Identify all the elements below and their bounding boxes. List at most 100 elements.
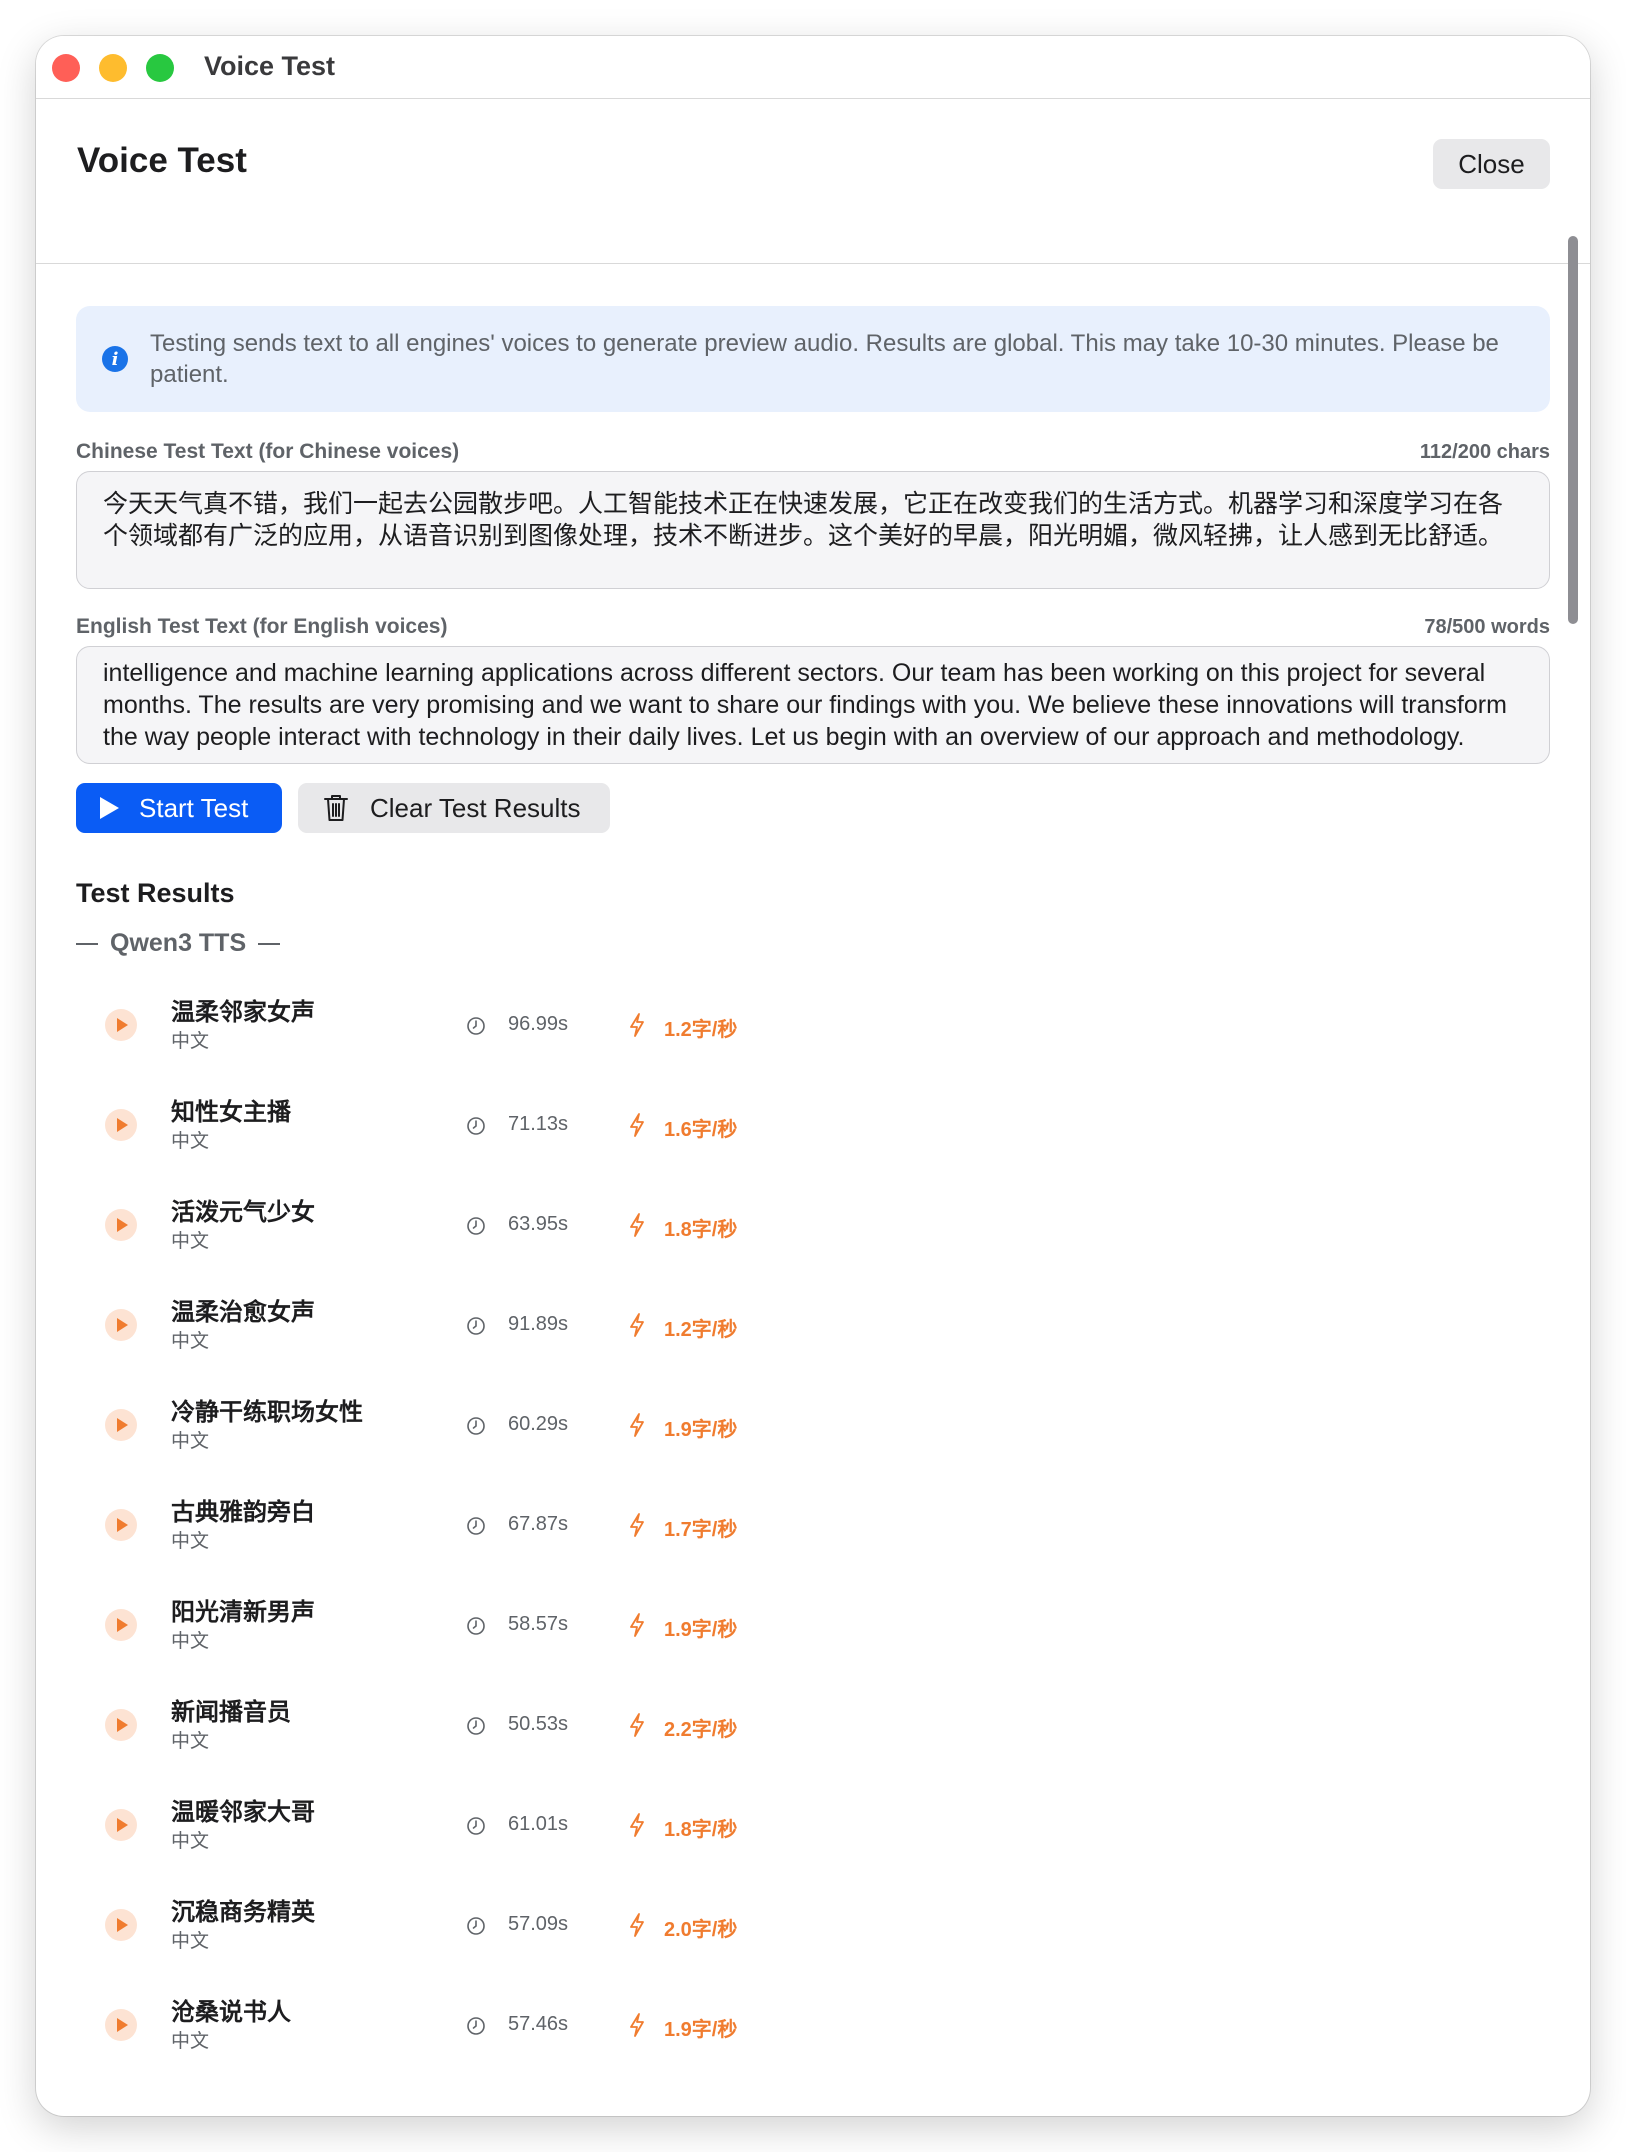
voice-name: 新闻播音员 xyxy=(171,1699,291,1726)
voice-name: 温柔邻家女声 xyxy=(171,999,315,1026)
voice-name: 沧桑说书人 xyxy=(171,1999,291,2026)
play-preview-button[interactable] xyxy=(105,1009,137,1041)
start-test-label: Start Test xyxy=(139,792,249,823)
duration-value: 91.89s xyxy=(508,1313,569,1335)
speed-value: 1.9字/秒 xyxy=(664,1619,738,1641)
chinese-text-field[interactable]: 今天天气真不错，我们一起去公园散步吧。人工智能技术正在快速发展，它正在改变我们的… xyxy=(76,471,1550,589)
clear-results-button[interactable]: Clear Test Results xyxy=(298,783,610,833)
play-preview-button[interactable] xyxy=(105,1509,137,1541)
clock-icon xyxy=(467,1417,485,1435)
speed-value: 1.9字/秒 xyxy=(664,2019,738,2041)
result-row: 活泼元气少女 中文 63.95s 1.8字/秒 xyxy=(76,1180,1550,1280)
duration-value: 58.57s xyxy=(508,1613,569,1635)
lightning-icon xyxy=(630,1413,644,1437)
title-bar: Voice Test xyxy=(36,36,1590,99)
clock-icon xyxy=(467,1317,485,1335)
window-title: Voice Test xyxy=(204,51,336,81)
clock-icon xyxy=(467,1117,485,1135)
result-row: 沉稳商务精英 中文 57.09s 2.0字/秒 xyxy=(76,1880,1550,1980)
group-name: Qwen3 TTS xyxy=(110,929,247,957)
play-preview-button[interactable] xyxy=(105,1109,137,1141)
lightning-icon xyxy=(630,1113,644,1137)
lightning-icon xyxy=(630,1713,644,1737)
results-list: 温柔邻家女声 中文 96.99s 1.2字/秒 知性女主播 中文 71.13s … xyxy=(76,980,1550,2080)
play-preview-button[interactable] xyxy=(105,1809,137,1841)
result-row: 古典雅韵旁白 中文 67.87s 1.7字/秒 xyxy=(76,1480,1550,1580)
english-word-count: 78/500 words xyxy=(1424,616,1550,638)
lightning-icon xyxy=(630,1513,644,1537)
voice-name: 活泼元气少女 xyxy=(171,1199,315,1226)
lightning-icon xyxy=(630,1213,644,1237)
voice-name: 知性女主播 xyxy=(171,1099,291,1126)
clock-icon xyxy=(467,1517,485,1535)
speed-value: 1.7字/秒 xyxy=(664,1519,738,1541)
group-header: Qwen3 TTS xyxy=(76,929,292,958)
result-row: 新闻播音员 中文 50.53s 2.2字/秒 xyxy=(76,1680,1550,1780)
result-row: 冷静干练职场女性 中文 60.29s 1.9字/秒 xyxy=(76,1380,1550,1480)
speed-value: 1.6字/秒 xyxy=(664,1119,738,1141)
duration-value: 61.01s xyxy=(508,1813,569,1835)
lightning-icon xyxy=(630,1013,644,1037)
close-button[interactable]: Close xyxy=(1433,139,1550,189)
voice-language: 中文 xyxy=(171,1431,210,1452)
result-row: 知性女主播 中文 71.13s 1.6字/秒 xyxy=(76,1080,1550,1180)
play-preview-button[interactable] xyxy=(105,1209,137,1241)
speed-value: 2.0字/秒 xyxy=(664,1919,738,1941)
play-preview-button[interactable] xyxy=(105,2009,137,2041)
play-preview-button[interactable] xyxy=(105,1609,137,1641)
voice-language: 中文 xyxy=(171,1631,210,1652)
duration-value: 57.46s xyxy=(508,2013,569,2035)
clock-icon xyxy=(467,1717,485,1735)
clock-icon xyxy=(467,2017,485,2035)
speed-value: 1.8字/秒 xyxy=(664,1219,738,1241)
english-text-field[interactable]: intelligence and machine learning applic… xyxy=(76,646,1550,764)
voice-language: 中文 xyxy=(171,1531,210,1552)
start-test-button[interactable]: Start Test xyxy=(76,783,282,833)
duration-value: 60.29s xyxy=(508,1413,569,1435)
scrollbar[interactable] xyxy=(1568,236,1578,624)
voice-language: 中文 xyxy=(171,1131,210,1152)
duration-value: 57.09s xyxy=(508,1913,569,1935)
info-banner: i Testing sends text to all engines' voi… xyxy=(76,306,1550,412)
lightning-icon xyxy=(630,1813,644,1837)
close-window-button[interactable] xyxy=(52,54,80,82)
dialog-header: Voice Test Close xyxy=(36,99,1590,264)
result-row: 沧桑说书人 中文 57.46s 1.9字/秒 xyxy=(76,1980,1550,2080)
lightning-icon xyxy=(630,1913,644,1937)
duration-value: 63.95s xyxy=(508,1213,569,1235)
clock-icon xyxy=(467,1817,485,1835)
chinese-text-label: Chinese Test Text (for Chinese voices) xyxy=(76,440,460,463)
voice-name: 冷静干练职场女性 xyxy=(171,1399,363,1426)
play-preview-button[interactable] xyxy=(105,1909,137,1941)
play-preview-button[interactable] xyxy=(105,1409,137,1441)
voice-language: 中文 xyxy=(171,1031,210,1052)
zoom-window-button[interactable] xyxy=(146,54,174,82)
duration-value: 96.99s xyxy=(508,1013,569,1035)
lightning-icon xyxy=(630,1613,644,1637)
speed-value: 1.9字/秒 xyxy=(664,1419,738,1441)
chinese-char-count: 112/200 chars xyxy=(1419,441,1550,463)
results-title: Test Results xyxy=(76,878,235,908)
clock-icon xyxy=(467,1617,485,1635)
voice-language: 中文 xyxy=(171,1331,210,1352)
result-row: 温柔邻家女声 中文 96.99s 1.2字/秒 xyxy=(76,980,1550,1080)
duration-value: 50.53s xyxy=(508,1713,569,1735)
voice-language: 中文 xyxy=(171,2031,210,2052)
play-preview-button[interactable] xyxy=(105,1709,137,1741)
info-icon: i xyxy=(102,346,128,372)
result-row: 温柔治愈女声 中文 91.89s 1.2字/秒 xyxy=(76,1280,1550,1380)
duration-value: 67.87s xyxy=(508,1513,569,1535)
voice-name: 古典雅韵旁白 xyxy=(171,1499,315,1526)
result-row: 阳光清新男声 中文 58.57s 1.9字/秒 xyxy=(76,1580,1550,1680)
speed-value: 1.2字/秒 xyxy=(664,1319,738,1341)
duration-value: 71.13s xyxy=(508,1113,569,1135)
english-text-label: English Test Text (for English voices) xyxy=(76,615,448,638)
lightning-icon xyxy=(630,2013,644,2037)
play-icon xyxy=(100,797,119,819)
minimize-window-button[interactable] xyxy=(99,54,127,82)
voice-language: 中文 xyxy=(171,1931,210,1952)
voice-language: 中文 xyxy=(171,1831,210,1852)
voice-language: 中文 xyxy=(171,1231,210,1252)
voice-name: 温柔治愈女声 xyxy=(171,1299,315,1326)
play-preview-button[interactable] xyxy=(105,1309,137,1341)
